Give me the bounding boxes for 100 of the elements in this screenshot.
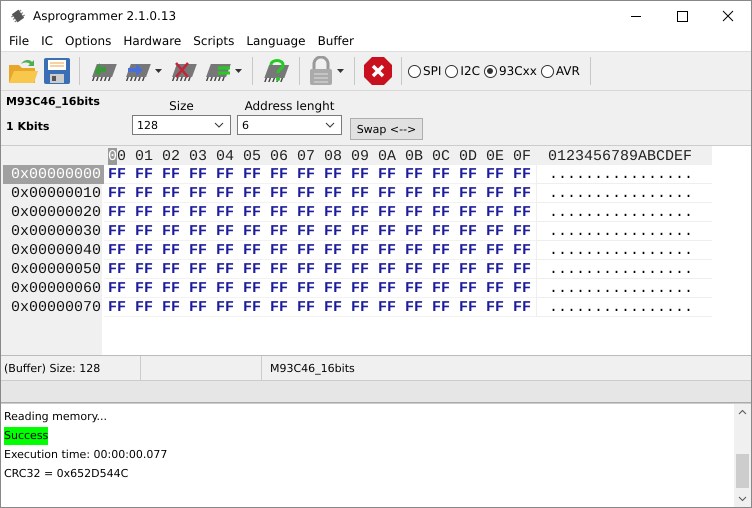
hex-cell[interactable]: FF: [212, 203, 239, 222]
hex-cell[interactable]: FF: [320, 241, 347, 260]
caret-icon[interactable]: [155, 69, 162, 73]
hex-cell[interactable]: FF: [320, 165, 347, 184]
address-cell[interactable]: 0x00000030: [3, 222, 104, 241]
hex-cell[interactable]: FF: [131, 260, 158, 279]
hex-cell[interactable]: FF: [185, 298, 212, 317]
hex-cell[interactable]: FF: [158, 260, 185, 279]
menu-item[interactable]: Buffer: [312, 34, 360, 48]
address-cell[interactable]: 0x00000050: [3, 260, 104, 279]
hex-cell[interactable]: FF: [185, 241, 212, 260]
hex-cell[interactable]: FF: [374, 184, 401, 203]
hex-cell[interactable]: FF: [266, 260, 293, 279]
hex-cell[interactable]: FF: [347, 279, 374, 298]
stop-icon[interactable]: [363, 56, 393, 86]
hex-cell[interactable]: FF: [293, 222, 320, 241]
hex-cell[interactable]: FF: [239, 260, 266, 279]
hex-cell[interactable]: FF: [401, 241, 428, 260]
hex-cell[interactable]: FF: [374, 298, 401, 317]
menu-item[interactable]: Scripts: [187, 34, 240, 48]
hex-cell[interactable]: FF: [131, 298, 158, 317]
hex-cell[interactable]: FF: [347, 241, 374, 260]
hex-cell[interactable]: FF: [104, 298, 131, 317]
hex-cell[interactable]: FF: [482, 260, 509, 279]
hex-cell[interactable]: FF: [401, 260, 428, 279]
caret-icon[interactable]: [235, 69, 242, 73]
hex-cell[interactable]: FF: [374, 222, 401, 241]
hex-cell[interactable]: FF: [239, 298, 266, 317]
hex-cell[interactable]: FF: [428, 222, 455, 241]
hex-cell[interactable]: FF: [158, 165, 185, 184]
hex-cell[interactable]: FF: [185, 203, 212, 222]
radio-button[interactable]: [484, 64, 497, 78]
hex-cell[interactable]: FF: [509, 222, 536, 241]
hex-cell[interactable]: FF: [455, 279, 482, 298]
hex-cell[interactable]: FF: [185, 184, 212, 203]
hex-cell[interactable]: FF: [455, 165, 482, 184]
hex-cell[interactable]: FF: [293, 203, 320, 222]
menu-item[interactable]: Language: [240, 34, 312, 48]
menu-item[interactable]: IC: [35, 34, 60, 48]
hex-cell[interactable]: FF: [212, 260, 239, 279]
radio-button[interactable]: [408, 64, 421, 78]
hex-cell[interactable]: FF: [320, 279, 347, 298]
hex-cell[interactable]: FF: [104, 241, 131, 260]
hex-cell[interactable]: FF: [131, 241, 158, 260]
hex-cell[interactable]: FF: [320, 260, 347, 279]
hex-cell[interactable]: FF: [401, 222, 428, 241]
radio-label[interactable]: I2C: [460, 64, 480, 78]
hex-cell[interactable]: FF: [320, 298, 347, 317]
hex-cell[interactable]: FF: [428, 241, 455, 260]
hex-cell[interactable]: FF: [131, 222, 158, 241]
hex-cell[interactable]: FF: [509, 203, 536, 222]
hex-cell[interactable]: FF: [239, 222, 266, 241]
chip-question-icon[interactable]: [261, 57, 291, 85]
hex-cell[interactable]: FF: [455, 298, 482, 317]
hex-cell[interactable]: FF: [131, 279, 158, 298]
hex-cell[interactable]: FF: [104, 203, 131, 222]
hex-cell[interactable]: FF: [482, 222, 509, 241]
hex-cell[interactable]: FF: [509, 241, 536, 260]
hex-cell[interactable]: FF: [401, 279, 428, 298]
hex-cell[interactable]: FF: [293, 184, 320, 203]
hex-cell[interactable]: FF: [158, 241, 185, 260]
hex-cell[interactable]: FF: [482, 279, 509, 298]
hex-cell[interactable]: FF: [131, 165, 158, 184]
hex-cell[interactable]: FF: [374, 241, 401, 260]
hex-cell[interactable]: FF: [509, 260, 536, 279]
hex-cell[interactable]: FF: [455, 203, 482, 222]
hex-cell[interactable]: FF: [185, 222, 212, 241]
address-cell[interactable]: 0x00000010: [3, 184, 104, 203]
radio-label[interactable]: AVR: [556, 64, 580, 78]
hex-cell[interactable]: FF: [293, 165, 320, 184]
hex-cell[interactable]: FF: [158, 222, 185, 241]
hex-cell[interactable]: FF: [401, 184, 428, 203]
hex-cell[interactable]: FF: [266, 184, 293, 203]
hex-cell[interactable]: FF: [374, 165, 401, 184]
hex-cell[interactable]: FF: [374, 203, 401, 222]
hex-cell[interactable]: FF: [455, 260, 482, 279]
hex-cell[interactable]: FF: [347, 222, 374, 241]
hex-cell[interactable]: FF: [104, 184, 131, 203]
hex-cell[interactable]: FF: [293, 241, 320, 260]
hex-cell[interactable]: FF: [293, 279, 320, 298]
address-cell[interactable]: 0x00000020: [3, 203, 104, 222]
hex-cell[interactable]: FF: [266, 279, 293, 298]
address-cell[interactable]: 0x00000060: [3, 279, 104, 298]
swap-button[interactable]: Swap <-->: [350, 118, 423, 140]
hex-cell[interactable]: FF: [320, 203, 347, 222]
hex-cell[interactable]: FF: [374, 260, 401, 279]
hex-cell[interactable]: FF: [266, 165, 293, 184]
hex-cell[interactable]: FF: [158, 184, 185, 203]
hex-cell[interactable]: FF: [266, 298, 293, 317]
hex-cell[interactable]: FF: [212, 184, 239, 203]
hex-cell[interactable]: FF: [509, 165, 536, 184]
hex-cell[interactable]: FF: [320, 222, 347, 241]
hex-cell[interactable]: FF: [104, 279, 131, 298]
hex-cell[interactable]: FF: [455, 222, 482, 241]
hex-cell[interactable]: FF: [428, 184, 455, 203]
hex-cell[interactable]: FF: [482, 165, 509, 184]
hex-cell[interactable]: FF: [428, 260, 455, 279]
hex-cell[interactable]: FF: [374, 279, 401, 298]
hex-cell[interactable]: FF: [428, 298, 455, 317]
hex-cell[interactable]: FF: [212, 165, 239, 184]
